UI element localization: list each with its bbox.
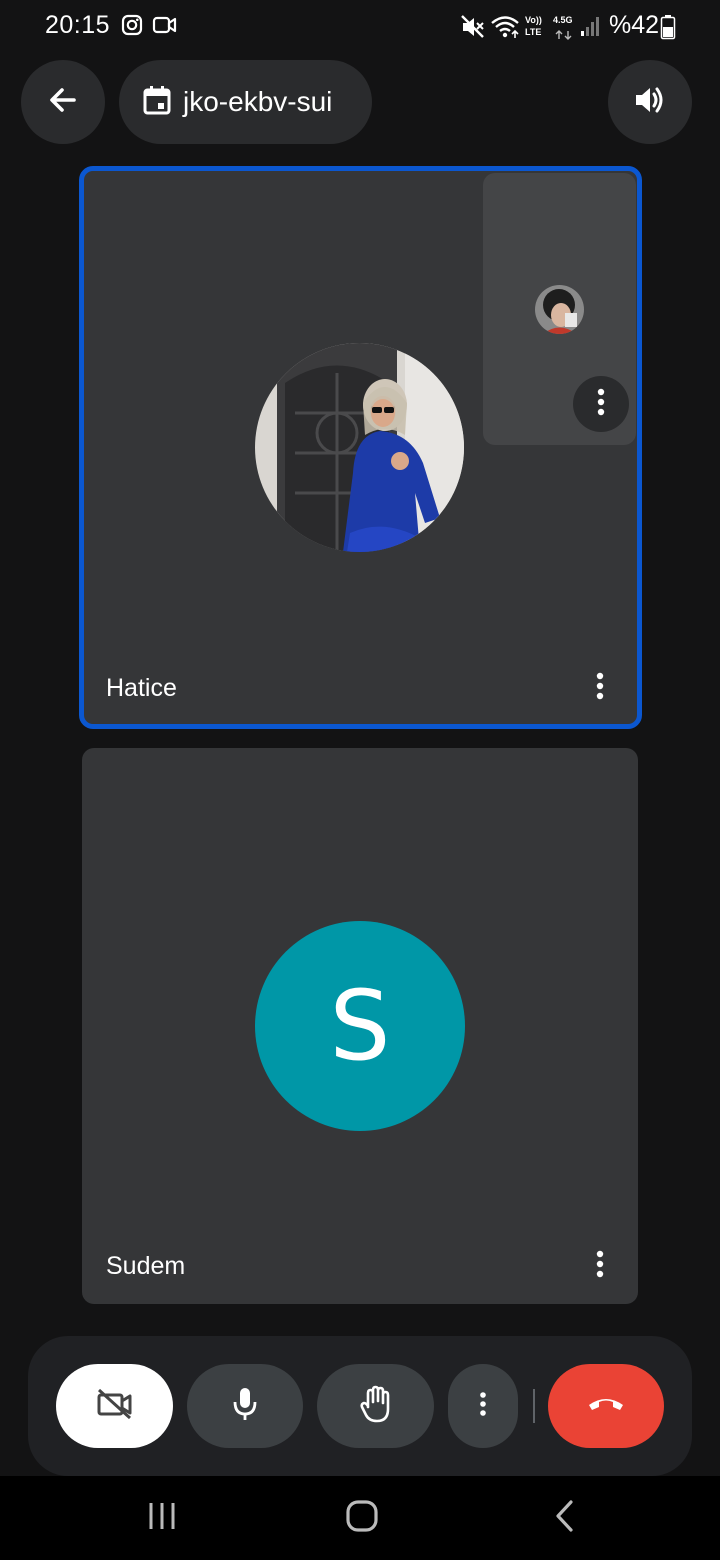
arrow-left-icon — [46, 83, 80, 122]
lte-label: LTE — [525, 27, 542, 37]
home-icon — [345, 1499, 379, 1538]
hand-icon — [359, 1385, 393, 1428]
more-options-button[interactable] — [448, 1364, 518, 1448]
control-divider — [533, 1389, 535, 1423]
mute-icon — [460, 14, 486, 45]
recent-apps-button[interactable] — [120, 1476, 204, 1560]
more-vert-icon — [596, 672, 604, 705]
volte-label: Vo)) — [525, 15, 542, 25]
battery-icon — [660, 14, 676, 45]
participant-menu-button[interactable] — [580, 1246, 620, 1286]
instagram-icon — [121, 14, 143, 41]
home-button[interactable] — [320, 1476, 404, 1560]
nav-back-button[interactable] — [522, 1476, 606, 1560]
data-arrows-icon — [555, 27, 573, 45]
back-icon — [553, 1499, 575, 1538]
raise-hand-button[interactable] — [317, 1364, 434, 1448]
camera-toggle-button[interactable] — [56, 1364, 173, 1448]
participant-name: Sudem — [106, 1252, 186, 1280]
participant-name: Hatice — [106, 674, 177, 702]
audio-output-button[interactable] — [608, 60, 692, 144]
meeting-info-button[interactable]: jko-ekbv-sui — [119, 60, 372, 144]
participant-avatar-photo — [255, 343, 464, 552]
status-time: 20:15 — [45, 11, 111, 39]
more-vert-icon — [597, 388, 605, 421]
system-navigation-bar — [0, 1476, 720, 1560]
participant-menu-button[interactable] — [580, 668, 620, 708]
participant-avatar-initial: S — [255, 921, 465, 1131]
microphone-toggle-button[interactable] — [187, 1364, 303, 1448]
more-vert-icon — [596, 1250, 604, 1283]
network-gen-label: 4.5G — [553, 15, 573, 25]
calendar-icon — [143, 85, 171, 120]
wifi-icon — [490, 14, 520, 45]
camera-off-icon — [96, 1388, 134, 1425]
call-end-icon — [587, 1394, 625, 1419]
video-call-icon — [152, 14, 178, 41]
mic-icon — [232, 1386, 258, 1427]
meeting-code: jko-ekbv-sui — [183, 86, 333, 117]
self-view-menu-button[interactable] — [573, 376, 629, 432]
battery-level: %42 — [609, 11, 660, 39]
speaker-icon — [632, 82, 668, 123]
signal-icon — [580, 14, 602, 43]
self-avatar-photo — [535, 285, 584, 334]
status-bar: 20:15 Vo)) LTE 4.5G %42 — [0, 0, 720, 54]
end-call-button[interactable] — [548, 1364, 664, 1448]
more-vert-icon — [479, 1391, 487, 1422]
recent-apps-icon — [146, 1500, 178, 1537]
back-button[interactable] — [21, 60, 105, 144]
